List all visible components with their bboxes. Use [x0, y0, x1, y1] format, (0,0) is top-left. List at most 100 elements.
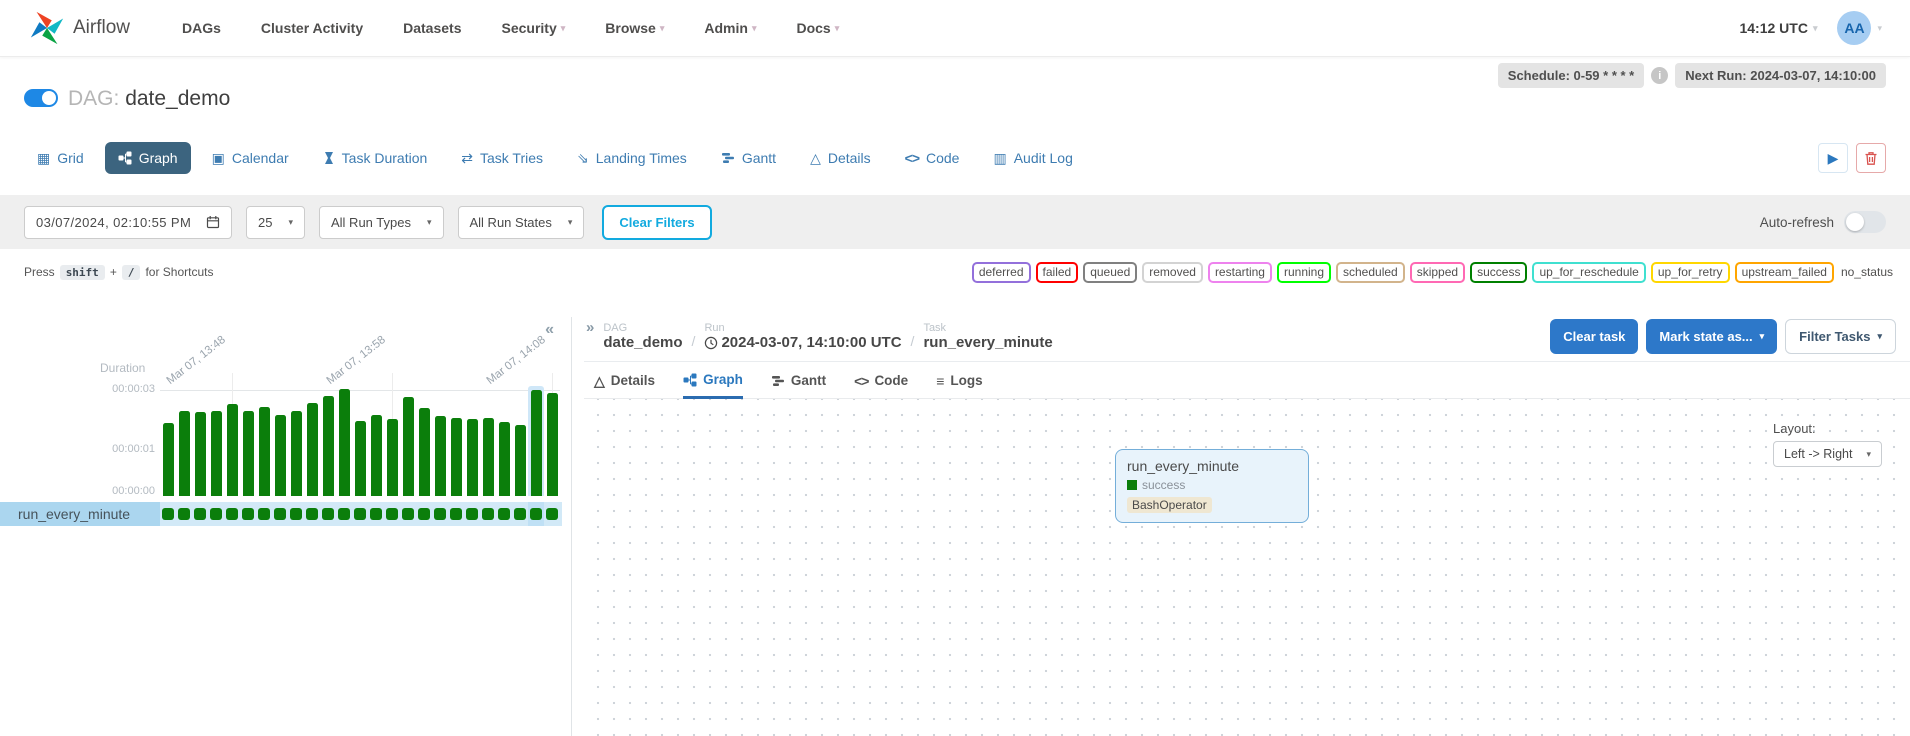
chevrons-left-collapse-icon[interactable]: «: [545, 321, 554, 339]
task-instance[interactable]: [288, 502, 304, 526]
graph-canvas[interactable]: run_every_minute success BashOperator La…: [584, 399, 1908, 736]
tab-task-duration[interactable]: Task Duration: [310, 142, 441, 174]
legend-badge-upstream-failed[interactable]: upstream_failed: [1735, 262, 1834, 283]
duration-bar[interactable]: [224, 386, 240, 496]
task-instance[interactable]: [240, 502, 256, 526]
duration-bar[interactable]: [528, 386, 544, 496]
duration-bar[interactable]: [272, 386, 288, 496]
legend-badge-scheduled[interactable]: scheduled: [1336, 262, 1405, 283]
task-tab-graph[interactable]: Graph: [683, 372, 743, 399]
tab-calendar[interactable]: ▣Calendar: [199, 142, 302, 174]
task-instance[interactable]: [384, 502, 400, 526]
clear-task-button[interactable]: Clear task: [1550, 319, 1638, 354]
task-instance[interactable]: [400, 502, 416, 526]
base-date-input[interactable]: 03/07/2024, 02:10:55 PM: [24, 206, 232, 239]
task-instance[interactable]: [352, 502, 368, 526]
task-instance[interactable]: [320, 502, 336, 526]
tab-task-tries[interactable]: ⇄Task Tries: [448, 142, 556, 174]
nav-item-datasets[interactable]: Datasets: [403, 20, 461, 36]
run-types-select[interactable]: All Run Types ▾: [319, 206, 444, 239]
nav-item-browse[interactable]: Browse▾: [605, 20, 664, 36]
task-instance[interactable]: [208, 502, 224, 526]
task-instance[interactable]: [176, 502, 192, 526]
legend-badge-up-for-retry[interactable]: up_for_retry: [1651, 262, 1730, 283]
duration-bar[interactable]: [320, 386, 336, 496]
duration-bar[interactable]: [496, 386, 512, 496]
timezone-selector[interactable]: 14:12 UTC ▾: [1739, 20, 1817, 36]
duration-bar[interactable]: [464, 386, 480, 496]
legend-badge-skipped[interactable]: skipped: [1410, 262, 1465, 283]
task-node[interactable]: run_every_minute success BashOperator: [1115, 449, 1309, 523]
duration-bar[interactable]: [192, 386, 208, 496]
layout-select[interactable]: Left -> Right ▾: [1773, 441, 1882, 467]
legend-badge-up-for-reschedule[interactable]: up_for_reschedule: [1532, 262, 1645, 283]
breadcrumb-run-value[interactable]: 2024-03-07, 14:10:00 UTC: [704, 334, 901, 351]
nav-item-admin[interactable]: Admin▾: [704, 20, 756, 36]
task-instance[interactable]: [512, 502, 528, 526]
nav-item-docs[interactable]: Docs▾: [796, 20, 839, 36]
auto-refresh-toggle[interactable]: [1844, 211, 1886, 233]
legend-badge-queued[interactable]: queued: [1083, 262, 1137, 283]
task-instance[interactable]: [528, 502, 544, 526]
task-instance[interactable]: [160, 502, 176, 526]
nav-item-cluster-activity[interactable]: Cluster Activity: [261, 20, 363, 36]
task-instance[interactable]: [192, 502, 208, 526]
duration-bar[interactable]: [448, 386, 464, 496]
legend-badge-removed[interactable]: removed: [1142, 262, 1203, 283]
duration-bar[interactable]: [240, 386, 256, 496]
tab-graph[interactable]: Graph: [105, 142, 191, 174]
info-icon[interactable]: i: [1651, 67, 1668, 84]
tab-details[interactable]: △Details: [797, 142, 884, 174]
duration-bar[interactable]: [176, 386, 192, 496]
legend-badge-restarting[interactable]: restarting: [1208, 262, 1272, 283]
task-instance[interactable]: [464, 502, 480, 526]
breadcrumb-task[interactable]: Task run_every_minute: [923, 322, 1052, 351]
task-instance[interactable]: [368, 502, 384, 526]
task-instance[interactable]: [448, 502, 464, 526]
task-instance[interactable]: [224, 502, 240, 526]
duration-bar[interactable]: [384, 386, 400, 496]
task-row[interactable]: run_every_minute: [0, 502, 562, 526]
breadcrumb-dag[interactable]: DAG date_demo: [603, 322, 682, 351]
duration-bar[interactable]: [512, 386, 528, 496]
duration-bar[interactable]: [256, 386, 272, 496]
duration-bar[interactable]: [400, 386, 416, 496]
user-avatar[interactable]: AA: [1837, 11, 1871, 45]
task-instance[interactable]: [256, 502, 272, 526]
duration-bar[interactable]: [352, 386, 368, 496]
dag-pause-toggle[interactable]: [24, 89, 58, 107]
airflow-brand[interactable]: Airflow: [28, 9, 130, 47]
task-tab-details[interactable]: △Details: [594, 372, 655, 398]
task-tab-logs[interactable]: ≡Logs: [936, 372, 982, 398]
filter-tasks-button[interactable]: Filter Tasks ▾: [1785, 319, 1896, 354]
tab-code[interactable]: <>Code: [892, 142, 973, 174]
legend-badge-success[interactable]: success: [1470, 262, 1527, 283]
nav-item-dags[interactable]: DAGs: [182, 20, 221, 36]
page-size-select[interactable]: 25 ▾: [246, 206, 305, 239]
task-instance[interactable]: [496, 502, 512, 526]
legend-badge-running[interactable]: running: [1277, 262, 1331, 283]
task-instance[interactable]: [416, 502, 432, 526]
task-tab-code[interactable]: <>Code: [854, 372, 908, 398]
duration-bar[interactable]: [368, 386, 384, 496]
duration-bar[interactable]: [432, 386, 448, 496]
duration-bar[interactable]: [160, 386, 176, 496]
delete-dag-button[interactable]: [1856, 143, 1886, 173]
task-instance[interactable]: [336, 502, 352, 526]
duration-bar[interactable]: [304, 386, 320, 496]
tab-grid[interactable]: ▦Grid: [24, 142, 97, 174]
legend-badge-no-status[interactable]: no_status: [1839, 264, 1895, 281]
legend-badge-failed[interactable]: failed: [1036, 262, 1079, 283]
legend-badge-deferred[interactable]: deferred: [972, 262, 1031, 283]
task-instance[interactable]: [544, 502, 560, 526]
task-row-label[interactable]: run_every_minute: [0, 502, 160, 526]
breadcrumb-run[interactable]: Run 2024-03-07, 14:10:00 UTC: [704, 322, 901, 351]
duration-bar[interactable]: [208, 386, 224, 496]
trigger-dag-button[interactable]: ▶: [1818, 143, 1848, 173]
breadcrumb-dag-value[interactable]: date_demo: [603, 334, 682, 351]
task-instance[interactable]: [480, 502, 496, 526]
duration-bar[interactable]: [480, 386, 496, 496]
duration-bar[interactable]: [416, 386, 432, 496]
nav-item-security[interactable]: Security▾: [501, 20, 565, 36]
task-instance[interactable]: [272, 502, 288, 526]
